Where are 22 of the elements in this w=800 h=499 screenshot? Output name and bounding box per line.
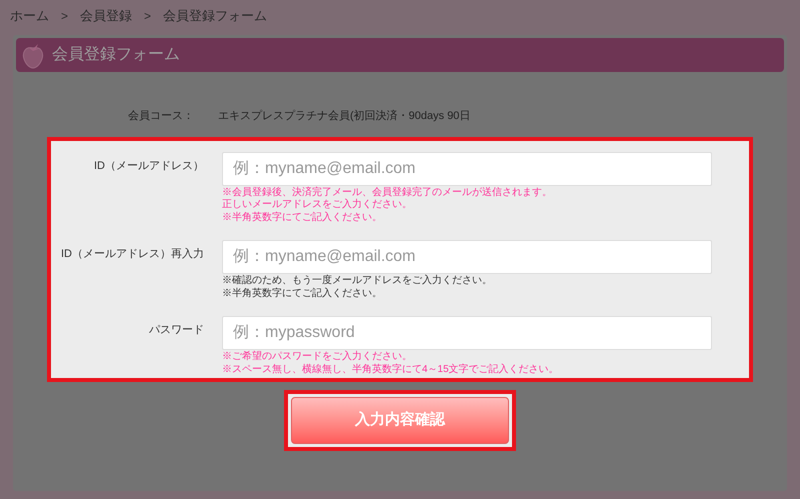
field-note: ※ご希望のパスワードをご入力ください。 xyxy=(222,351,413,364)
field-note: ※会員登録後、決済完了メール、会員登録完了のメールが送信されます。 xyxy=(222,186,553,198)
field-note: ※確認のため、もう一度メールアドレスをご入力ください。 xyxy=(222,275,493,288)
input-field[interactable]: 例：myname@email.com xyxy=(222,240,712,274)
breadcrumb-separator: > xyxy=(61,8,68,25)
course-label: 会員コース： xyxy=(127,109,194,124)
field-label: パスワード xyxy=(148,323,204,338)
input-field[interactable]: 例：mypassword xyxy=(222,316,712,350)
breadcrumb-link[interactable]: 会員登録フォーム xyxy=(163,6,268,26)
field-label: ID（メールアドレス） xyxy=(93,158,204,174)
confirm-button[interactable]: 入力内容確認 xyxy=(291,397,509,444)
breadcrumb-separator: > xyxy=(144,8,152,25)
field-note: 正しいメールアドレスをご入力ください。 xyxy=(222,199,413,212)
input-field[interactable]: 例：myname@email.com xyxy=(222,152,712,186)
course-value: エキスプレスプラチナ会員(初回決済・90days 90日 xyxy=(218,108,470,124)
breadcrumb-link[interactable]: ホーム xyxy=(10,6,49,26)
breadcrumb-link[interactable]: 会員登録 xyxy=(80,6,132,26)
field-note: ※半角英数字にてご記入ください。 xyxy=(222,212,383,224)
field-label: ID（メールアドレス）再入力 xyxy=(60,247,204,262)
form-title: 会員登録フォーム xyxy=(52,45,180,65)
field-note: ※半角英数字にてご記入ください。 xyxy=(222,288,383,300)
field-note: ※スペース無し、横線無し、半角英数字にて4～15文字でご記入ください。 xyxy=(222,364,560,376)
